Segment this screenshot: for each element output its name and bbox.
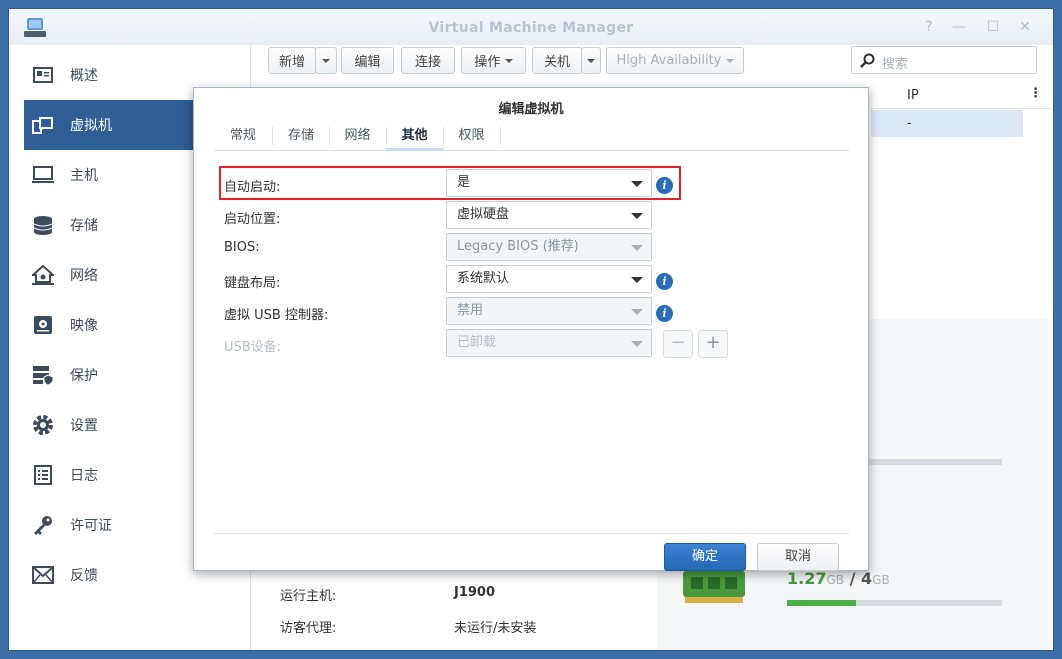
sidebar-item-label: 保护 [70,368,98,384]
sidebar-item-label: 网络 [70,268,98,284]
close-icon[interactable]: ✕ [1015,17,1035,37]
sidebar-item-label: 设置 [70,418,98,434]
settings-icon [32,414,54,436]
info-icon[interactable]: i [656,273,673,290]
ok-button[interactable]: 确定 [664,543,746,571]
boot-from-label: 启动位置: [224,212,281,227]
usb-controller-label: 虚拟 USB 控制器: [224,308,329,323]
caret-down-icon [587,58,595,63]
host-value: J1900 [454,585,496,600]
tab-general[interactable]: 常规 [214,121,272,150]
column-menu-icon[interactable]: ⋮ [1029,86,1042,101]
shutdown-button[interactable]: 关机 [532,47,582,74]
autostart-label: 自动启动: [224,180,281,195]
usage-bar [867,459,1002,465]
connect-button[interactable]: 连接 [401,47,455,74]
sidebar-item-label: 主机 [70,168,98,184]
caret-down-icon [322,58,330,63]
agent-value: 未运行/未安装 [454,621,537,636]
sidebar-item-label: 映像 [70,318,98,334]
usb-device-select[interactable]: 已卸载 [446,329,652,357]
remove-usb-button[interactable]: − [663,330,693,358]
storage-icon [32,214,54,236]
chevron-down-icon [631,181,643,187]
maximize-icon[interactable]: ☐ [983,17,1003,37]
sidebar-item-label: 概述 [70,68,98,84]
log-icon [32,464,54,486]
chevron-down-icon [631,309,643,315]
sidebar-item-label: 反馈 [70,568,98,584]
info-icon[interactable]: i [656,177,673,194]
usb-device-label: USB设备: [224,340,282,355]
vm-icon [32,114,54,136]
edit-vm-dialog: 编辑虚拟机 常规 存储 网络 其他 权限 自动启动: 是 i 启动位置: 虚拟硬… [193,87,869,571]
bios-select[interactable]: Legacy BIOS (推荐) [446,233,652,261]
overview-icon [32,64,54,86]
minimize-icon[interactable]: — [949,17,969,37]
keyboard-layout-label: 键盘布局: [224,276,281,291]
network-icon [32,264,54,286]
tab-permissions[interactable]: 权限 [443,121,500,150]
high-availability-button[interactable]: High Availability [606,47,744,74]
grid-header: IP ⋮ [871,83,1051,109]
host-icon [32,164,54,186]
chevron-down-icon [631,277,643,283]
host-label: 运行主机: [280,589,337,604]
shutdown-dropdown-button[interactable] [581,47,601,74]
dialog-tabs: 常规 存储 网络 其他 权限 [214,121,849,151]
sidebar-item-label: 日志 [70,468,98,484]
agent-label: 访客代理: [280,621,337,636]
dialog-title: 编辑虚拟机 [498,102,564,117]
sidebar-item-label: 虚拟机 [70,118,112,134]
new-dropdown-button[interactable] [315,47,337,74]
active-tab-indicator [386,148,444,151]
info-icon[interactable]: i [656,305,673,322]
bios-label: BIOS: [224,240,260,255]
chevron-down-icon [631,213,643,219]
action-button[interactable]: 操作 [461,47,526,74]
cancel-button[interactable]: 取消 [757,543,839,571]
table-row[interactable]: - [871,110,1023,137]
chevron-down-icon [631,245,643,251]
details-panel: 运行主机: J1900 访客代理: 未运行/未安装 [268,559,648,650]
app-window: Virtual Machine Manager ? — ☐ ✕ 概述 虚拟机 主… [8,8,1054,651]
help-icon[interactable]: ? [919,17,939,37]
sidebar-item-label: 许可证 [70,518,112,534]
image-icon [32,314,54,336]
memory-usage: 1.27GB / 4GB [787,569,890,588]
search-input[interactable]: 搜索 [851,46,1037,74]
search-icon [860,53,875,68]
caret-down-icon [725,58,734,63]
boot-from-select[interactable]: 虚拟硬盘 [446,201,652,229]
memory-icon [683,571,745,603]
key-icon [32,514,54,536]
title-bar: Virtual Machine Manager ? — ☐ ✕ [9,9,1053,45]
footer-divider [214,533,849,534]
autostart-select[interactable]: 是 [446,169,652,197]
tab-storage[interactable]: 存储 [272,121,330,150]
app-title: Virtual Machine Manager [428,20,634,36]
tab-network[interactable]: 网络 [329,121,386,150]
usb-controller-select[interactable]: 禁用 [446,297,652,325]
ip-column-header[interactable]: IP [907,88,919,103]
memory-bar-fill [787,600,856,606]
tab-other[interactable]: 其他 [386,121,443,150]
caret-down-icon [504,58,513,63]
chevron-down-icon [631,341,643,347]
new-button[interactable]: 新增 [268,47,316,74]
protection-icon [32,364,54,386]
tab-divider [500,127,501,145]
sidebar-item-label: 存储 [70,218,98,234]
add-usb-button[interactable]: + [698,330,728,358]
memory-bar [787,600,1002,606]
ip-cell: - [907,116,912,131]
mail-icon [32,564,54,586]
edit-button[interactable]: 编辑 [341,47,394,74]
keyboard-layout-select[interactable]: 系统默认 [446,265,652,293]
